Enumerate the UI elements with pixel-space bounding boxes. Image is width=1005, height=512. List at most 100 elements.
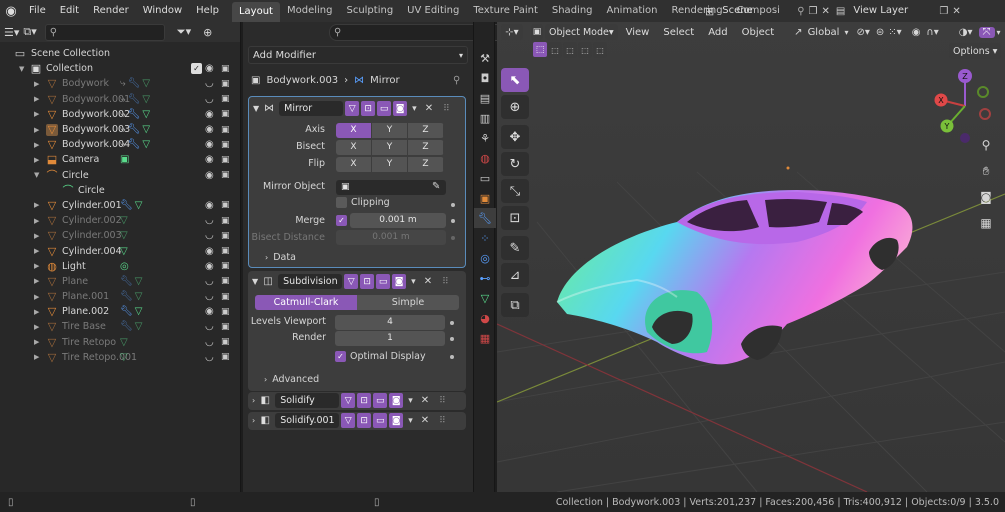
object-tab-icon[interactable]: ▣ [474,188,496,208]
render-levels-field[interactable]: 1 [335,331,445,346]
subdivision-name-field[interactable]: Subdivision [278,274,343,289]
menu-edit[interactable]: Edit [53,0,86,22]
camera-render-icon[interactable]: ▣ [221,170,230,180]
flip-x-button[interactable]: X [336,157,372,172]
render-toggle-icon[interactable]: ◙ [389,413,404,428]
axis-x-button[interactable]: X [336,123,372,138]
outliner-item-row[interactable]: ▶ ▽ Cylinder.002 ▽ ◡ ▣ [0,213,240,228]
outliner-item-row[interactable]: ▶ ▽ Bodywork ⤷ 🔧︎ ▽ ◡ ▣ [0,76,240,91]
expand-arrow-icon[interactable]: ▶ [34,247,39,255]
render-toggle-icon[interactable]: ◙ [389,393,404,408]
camera-render-icon[interactable]: ▣ [221,276,230,286]
mesh-data-icon[interactable]: ▽ [135,321,143,332]
outliner-item-row[interactable]: ▶ ▽ Bodywork.004 ⤷ 🔧︎ ▽ ◉ ▣ [0,137,240,152]
clipping-row[interactable]: Clipping [336,197,390,208]
optimal-display-checkbox[interactable]: ✓ [335,351,346,362]
axis-z-button[interactable]: Z [408,123,444,138]
object-mode-icon[interactable]: ▣ [531,24,543,40]
tab-uv-editing[interactable]: UV Editing [400,0,466,22]
eyedropper-icon[interactable]: ✎ [432,181,440,192]
merge-checkbox[interactable]: ✓ [336,215,347,226]
mesh-data-icon[interactable]: ▽ [142,109,150,120]
falloff-icon[interactable]: ∩▾ [926,27,938,38]
camera-view-icon[interactable]: ◙ [975,186,997,208]
eye-closed-icon[interactable]: ◡ [205,321,214,332]
tab-sculpting[interactable]: Sculpting [339,0,400,22]
proportional-edit-icon[interactable]: ◉ [912,27,921,38]
measure-tool-icon[interactable]: ⊿ [501,263,529,287]
modifier-chain-icon[interactable]: ⤷ [120,78,126,89]
move-tool-icon[interactable]: ✥ [501,125,529,149]
eye-icon[interactable]: ◉ [205,170,214,181]
select-subtract-icon[interactable]: ⬚ [563,42,577,58]
snap-icon[interactable]: ⊜ [876,27,884,38]
object-menu[interactable]: Object [736,27,781,38]
pin-icon[interactable]: ⚲ [453,75,460,86]
outliner-item-row[interactable]: ▼ ⌒ Circle ◉ ▣ [0,168,240,183]
modifier-wrench-icon[interactable]: 🔧︎ [128,94,141,105]
keyframe-dot-icon[interactable] [451,203,455,207]
gizmo-neg-y-icon[interactable] [977,86,989,98]
drag-handle-icon[interactable]: ⠿ [439,416,446,426]
modifier-wrench-icon[interactable]: 🔧︎ [128,78,141,89]
bisect-y-button[interactable]: Y [372,140,408,155]
eye-closed-icon[interactable]: ◡ [205,352,214,363]
select-intersect-icon[interactable]: ⬚ [593,42,607,58]
view-layer-icon[interactable]: ▤ [836,6,845,17]
tab-modeling[interactable]: Modeling [280,0,340,22]
mesh-data-icon[interactable]: ▽ [142,124,150,135]
editor-type-icon[interactable]: ⊹▾ [501,24,523,40]
cursor-tool-icon[interactable]: ⊕ [501,95,529,119]
material-tab-icon[interactable]: ◕ [474,308,496,328]
outliner-item-row[interactable]: ▶ ▽ Plane.002 🔧︎ ▽ ◉ ▣ [0,304,240,319]
cage-toggle-icon[interactable]: ⊡ [357,393,372,408]
expand-arrow-icon[interactable]: ▶ [34,95,39,103]
scene-collection-row[interactable]: ▭ Scene Collection [0,46,240,61]
camera-render-icon[interactable]: ▣ [221,79,230,89]
mesh-data-icon[interactable]: ▽ [135,291,143,302]
outliner-item-row[interactable]: ▶ ▽ Bodywork.001 ⤷ 🔧︎ ▽ ◡ ▣ [0,92,240,107]
solidify-001-name-field[interactable]: Solidify.001 [275,413,340,428]
eye-icon[interactable]: ◉ [205,306,214,317]
eye-closed-icon[interactable]: ◡ [205,230,214,241]
bisect-x-button[interactable]: X [336,140,372,155]
camera-render-icon[interactable]: ▣ [221,261,230,271]
drag-handle-icon[interactable]: ⠿ [439,396,446,406]
camera-render-icon[interactable]: ▣ [221,337,230,347]
camera-render-icon[interactable]: ▣ [221,140,230,150]
3d-viewport[interactable]: ⊹▾ ▣ Object Mode ▾ View Select Add Objec… [497,22,1005,492]
edit-mode-toggle-icon[interactable]: ▽ [341,413,356,428]
dropdown-arrow-icon[interactable]: ▾ [411,277,416,287]
optimal-display-row[interactable]: ✓ Optimal Display [335,351,426,362]
physics-tab-icon[interactable]: ◎ [474,248,496,268]
mesh-data-icon[interactable]: ▽ [135,306,143,317]
edit-mode-toggle-icon[interactable]: ▽ [345,101,360,116]
flip-y-button[interactable]: Y [372,157,408,172]
viewport-toggle-icon[interactable]: ▭ [373,413,388,428]
expand-arrow-icon[interactable]: ▶ [34,156,39,164]
constraints-tab-icon[interactable]: ⊷ [474,268,496,288]
outliner-item-row[interactable]: ▶ ▽ Plane 🔧︎ ▽ ◡ ▣ [0,274,240,289]
expand-arrow-icon[interactable]: ▶ [34,126,39,134]
outliner-item-row[interactable]: ▶ ▽ Cylinder.003 ▽ ◡ ▣ [0,228,240,243]
modifier-wrench-icon[interactable]: 🔧︎ [120,200,133,211]
close-icon[interactable]: ✕ [421,395,429,406]
drag-handle-icon[interactable]: ⠿ [443,104,450,114]
camera-render-icon[interactable]: ▣ [221,246,230,256]
camera-render-icon[interactable]: ▣ [221,200,230,210]
add-modifier-dropdown[interactable]: Add Modifier ▾ [248,46,468,64]
visibility-icon[interactable]: ◑▾ [959,27,973,38]
pan-hand-icon[interactable]: ✋︎ [975,160,997,182]
tab-shading[interactable]: Shading [545,0,600,22]
advanced-subpanel-header[interactable]: › Advanced [264,374,319,385]
blender-logo-icon[interactable]: ◉ [0,0,22,22]
expand-arrow-icon[interactable]: ▶ [34,141,39,149]
transform-orientation-icon[interactable]: ↗ [794,27,802,38]
viewport-toggle-icon[interactable]: ▭ [377,101,392,116]
mirror-object-field[interactable]: ▣ [336,180,446,195]
expand-arrow-icon[interactable]: ▶ [34,201,39,209]
camera-render-icon[interactable]: ▣ [221,216,230,226]
viewport-toggle-icon[interactable]: ▭ [373,393,388,408]
pin-icon[interactable]: ⚲ [797,6,804,17]
menu-help[interactable]: Help [189,0,226,22]
